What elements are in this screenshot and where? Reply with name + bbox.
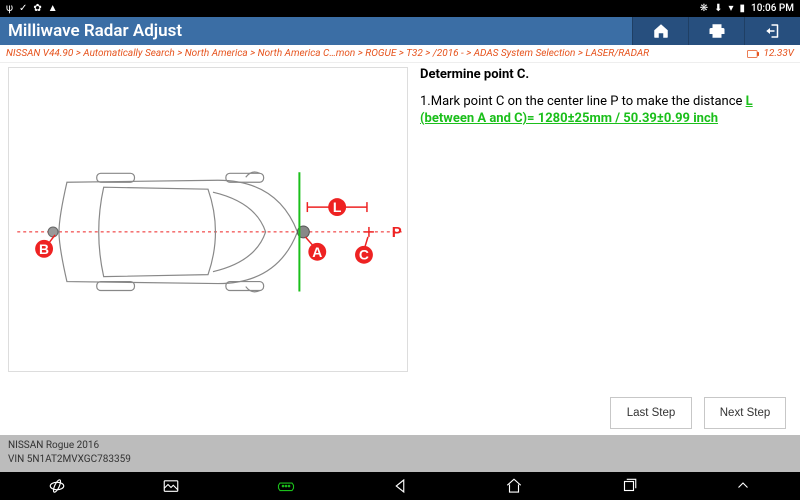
- bluetooth-icon: ❋: [700, 3, 708, 14]
- download-icon: ⬇: [714, 3, 722, 14]
- step-buttons-row: Last Step Next Step: [0, 391, 800, 435]
- nav-home-button[interactable]: [494, 477, 534, 495]
- app-title-bar: Milliwave Radar Adjust: [0, 17, 800, 45]
- psi-icon: ψ: [6, 3, 13, 14]
- calibration-diagram: B A L C P: [8, 67, 408, 372]
- instruction-panel: Determine point C. 1.Mark point C on the…: [420, 67, 792, 391]
- voltage-indicator: 12.33V: [747, 48, 794, 59]
- vehicle-vin: VIN 5N1AT2MVXGC783359: [8, 453, 792, 467]
- next-step-button[interactable]: Next Step: [704, 397, 786, 429]
- instruction-step-1: 1.Mark point C on the center line P to m…: [420, 94, 792, 128]
- android-status-bar: ψ ✓ ✿ ▲ ❋ ⬇ ▾ ▮ 10:06 PM: [0, 0, 800, 17]
- home-button[interactable]: [632, 17, 688, 45]
- settings-icon: ✿: [33, 3, 41, 14]
- last-step-button[interactable]: Last Step: [610, 397, 692, 429]
- print-button[interactable]: [688, 17, 744, 45]
- nav-obd-button[interactable]: [266, 477, 306, 495]
- clock-text: 10:06 PM: [751, 3, 794, 14]
- nav-back-button[interactable]: [380, 477, 420, 495]
- wifi-icon: ▾: [728, 3, 733, 14]
- page-title: Milliwave Radar Adjust: [8, 21, 182, 41]
- exit-button[interactable]: [744, 17, 800, 45]
- nav-expand-button[interactable]: [723, 477, 763, 495]
- battery-small-icon: [747, 50, 759, 58]
- nav-recents-button[interactable]: [609, 477, 649, 495]
- warning-icon: ▲: [48, 3, 58, 14]
- diagram-label-a: A: [312, 244, 322, 260]
- diagram-label-b: B: [39, 241, 49, 257]
- android-nav-bar: [0, 472, 800, 500]
- vehicle-info-strip: NISSAN Rogue 2016 VIN 5N1AT2MVXGC783359: [0, 435, 800, 472]
- check-icon: ✓: [19, 3, 27, 14]
- vehicle-model: NISSAN Rogue 2016: [8, 439, 792, 453]
- diagram-label-l: L: [333, 199, 342, 215]
- breadcrumb-bar: NISSAN V44.90 > Automatically Search > N…: [0, 45, 800, 63]
- diagram-label-p: P: [392, 225, 402, 241]
- diagram-label-c: C: [359, 247, 369, 263]
- nav-gallery-button[interactable]: [151, 477, 191, 495]
- breadcrumb-path: NISSAN V44.90 > Automatically Search > N…: [6, 48, 649, 59]
- main-content: B A L C P Determine point C. 1.Mark poin…: [0, 63, 800, 391]
- nav-browser-button[interactable]: [37, 477, 77, 495]
- battery-icon: ▮: [740, 3, 746, 14]
- instruction-heading: Determine point C.: [420, 67, 792, 84]
- voltage-text: 12.33V: [763, 48, 794, 59]
